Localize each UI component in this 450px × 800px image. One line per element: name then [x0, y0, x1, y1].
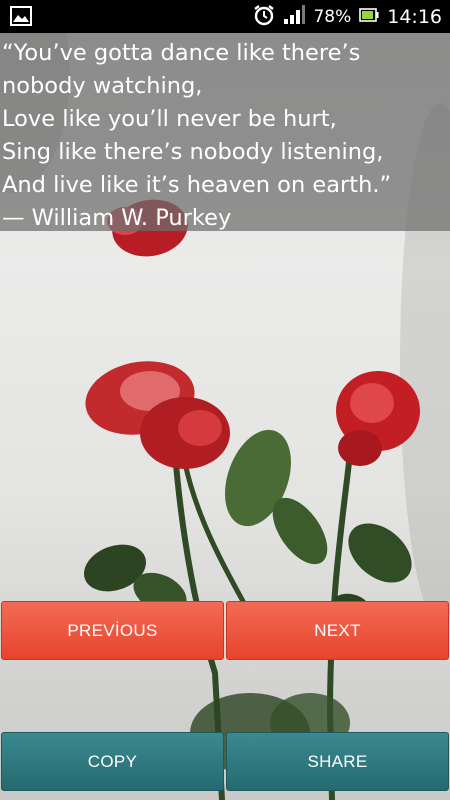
gallery-icon [10, 6, 32, 26]
quote-line: “You’ve gotta dance like there’s [2, 40, 361, 66]
next-button[interactable]: NEXT [226, 601, 449, 660]
quote-line: Sing like there’s nobody listening, [2, 139, 384, 165]
signal-icon [283, 4, 306, 29]
quote-author: — William W. Purkey [2, 205, 232, 231]
battery-icon [359, 7, 379, 27]
share-button[interactable]: SHARE [226, 732, 449, 791]
quote-line: Love like you’ll never be hurt, [2, 106, 337, 132]
status-bar: 78% 14:16 [0, 0, 450, 33]
alarm-icon [253, 4, 275, 30]
battery-percent: 78% [313, 6, 352, 27]
clock-time: 14:16 [387, 5, 442, 28]
quote-line: nobody watching, [2, 73, 203, 99]
quote-line: And live like it’s heaven on earth.” [2, 172, 392, 198]
quote-panel: “You’ve gotta dance like there’s nobody … [0, 33, 450, 231]
previous-button[interactable]: PREVİOUS [1, 601, 224, 660]
copy-button[interactable]: COPY [1, 732, 224, 791]
